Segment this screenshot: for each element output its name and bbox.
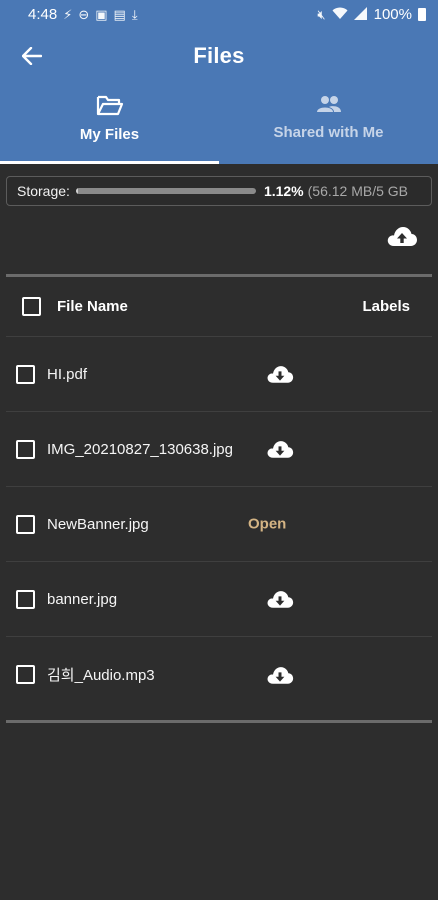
tab-shared-with-me[interactable]: Shared with Me — [219, 84, 438, 164]
toolbar: Files — [0, 28, 438, 84]
status-time: 4:48 — [28, 5, 58, 23]
download-button[interactable] — [266, 589, 294, 610]
storage-label: Storage: — [17, 183, 70, 199]
screenshot-icon: ▣ — [95, 6, 108, 22]
do-not-disturb-icon: ⊖ — [78, 6, 90, 22]
row-checkbox[interactable] — [16, 665, 35, 684]
storage-detail: (56.12 MB/5 GB — [307, 183, 409, 199]
tab-bar: My Files Shared with Me — [0, 84, 438, 164]
cloud-download-icon — [267, 666, 294, 684]
tab-label: My Files — [79, 126, 140, 143]
open-link[interactable]: Open — [248, 516, 286, 533]
file-row[interactable]: HI.pdf — [6, 337, 432, 412]
storage-progress — [75, 188, 256, 194]
file-name: 김희_Audio.mp3 — [47, 667, 155, 684]
column-header-file-name: File Name — [57, 298, 128, 315]
storage-progress-fill — [75, 188, 78, 194]
page-title: Files — [193, 43, 245, 68]
wifi-icon — [332, 7, 348, 22]
divider — [6, 720, 432, 723]
arrow-left-icon — [22, 47, 42, 65]
cloud-download-icon — [267, 441, 294, 458]
row-checkbox[interactable] — [16, 589, 35, 609]
battery-icon — [418, 7, 426, 21]
upload-row — [0, 206, 438, 274]
storage-bar: Storage: 1.12% (56.12 MB/5 GB — [6, 176, 432, 206]
file-name: IMG_20210827_130638.jpg — [47, 440, 233, 458]
people-icon — [316, 96, 341, 112]
file-list: HI.pdf IMG_20210827_130638.jpg NewBanner… — [0, 337, 438, 712]
file-name: banner.jpg — [47, 590, 118, 608]
download-button[interactable] — [266, 439, 294, 460]
download-button[interactable] — [266, 664, 294, 685]
table-header: File Name Labels — [6, 277, 432, 337]
bolt-icon: ⚡ — [63, 6, 73, 22]
row-checkbox[interactable] — [16, 514, 35, 534]
file-name: HI.pdf — [47, 365, 88, 383]
back-button[interactable] — [14, 38, 50, 74]
row-checkbox[interactable] — [16, 364, 35, 384]
row-checkbox[interactable] — [16, 439, 35, 459]
cloud-download-icon — [267, 366, 294, 383]
download-status-icon: ⤓ — [131, 6, 138, 22]
photo-icon: ▤ — [113, 6, 126, 22]
folder-open-icon — [96, 95, 123, 116]
tab-label: Shared with Me — [273, 124, 384, 141]
signal-icon — [353, 6, 368, 22]
status-bar: 4:48 ⚡ ⊖ ▣ ▤ ⤓ 🔇︎ 100% — [0, 0, 438, 28]
download-button[interactable] — [266, 364, 294, 385]
select-all-checkbox[interactable] — [22, 297, 41, 316]
battery-percent: 100% — [373, 5, 412, 23]
cloud-download-icon — [267, 591, 294, 608]
file-row[interactable]: IMG_20210827_130638.jpg — [6, 412, 432, 487]
column-header-labels: Labels — [362, 298, 410, 315]
file-row[interactable]: 김희_Audio.mp3 — [6, 637, 432, 712]
app-header: 4:48 ⚡ ⊖ ▣ ▤ ⤓ 🔇︎ 100% Files My Files Sh… — [0, 0, 438, 164]
storage-percent: 1.12% — [263, 183, 304, 199]
mute-icon: 🔇︎ — [317, 6, 326, 22]
cloud-upload-icon — [387, 227, 417, 246]
file-name: NewBanner.jpg — [47, 515, 149, 533]
tab-my-files[interactable]: My Files — [0, 84, 219, 164]
tab-indicator — [0, 161, 219, 164]
file-row[interactable]: banner.jpg — [6, 562, 432, 637]
upload-button[interactable] — [386, 224, 418, 252]
file-row[interactable]: NewBanner.jpg Open — [6, 487, 432, 562]
